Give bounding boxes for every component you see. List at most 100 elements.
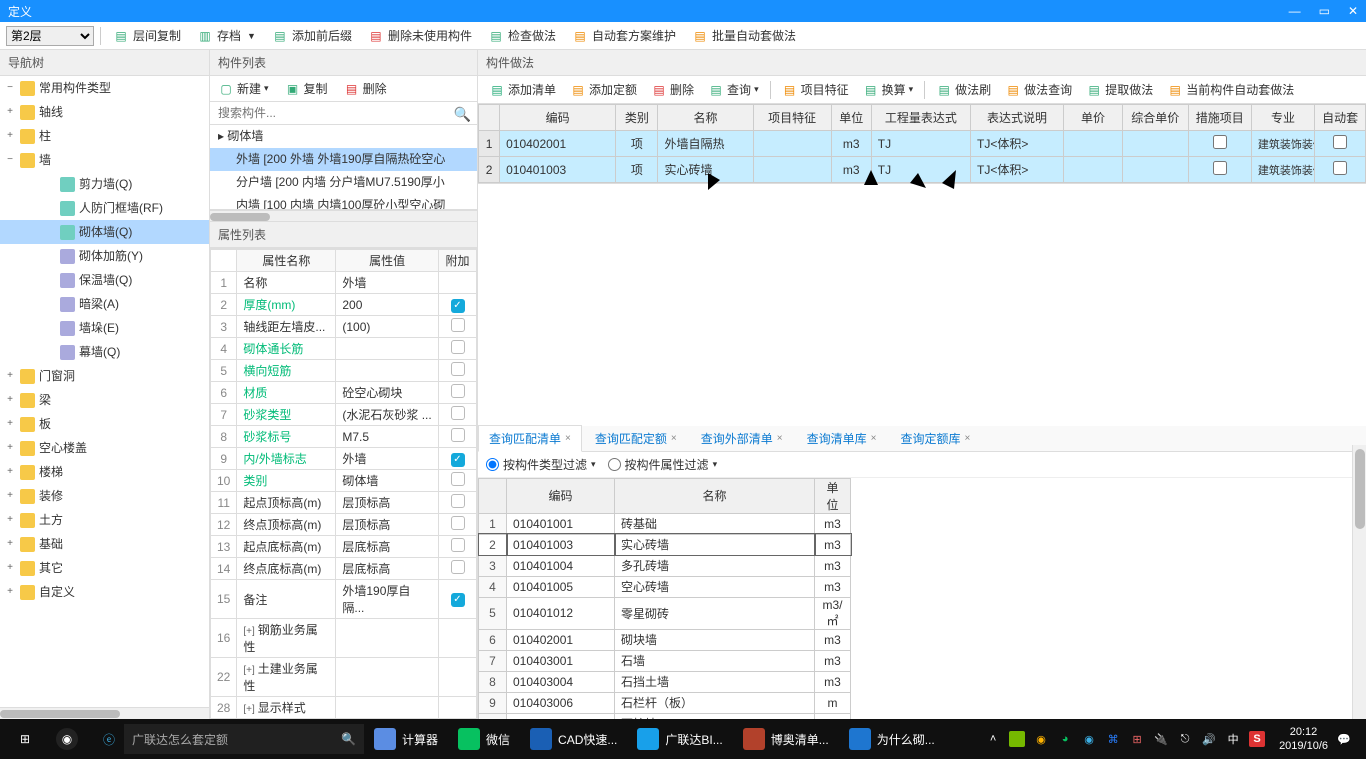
h-scrollbar[interactable] bbox=[210, 210, 477, 222]
tab-2[interactable]: 查询外部清单 × bbox=[690, 425, 794, 451]
check-method-button[interactable]: ▤检查做法 bbox=[482, 25, 562, 46]
query-row[interactable]: 5010401012零星砌砖m3/㎡ bbox=[479, 597, 851, 629]
floor-selector[interactable]: 第2层 bbox=[6, 26, 94, 46]
nav-item[interactable]: 墙垛(E) bbox=[0, 316, 209, 340]
tray-up-icon[interactable]: ˄ bbox=[985, 731, 1001, 747]
prop-row[interactable]: 28[+]显示样式 bbox=[211, 697, 477, 719]
nav-item[interactable]: 砌体加筋(Y) bbox=[0, 244, 209, 268]
nav-item[interactable]: +楼梯 bbox=[0, 460, 209, 484]
query-row[interactable]: 6010402001砌块墙m3 bbox=[479, 629, 851, 650]
component-list[interactable]: ▸ 砌体墙外墙 [200 外墙 外墙190厚自隔热砼空心分户墙 [200 内墙 … bbox=[210, 125, 477, 210]
batch-auto-button[interactable]: ▤批量自动套做法 bbox=[686, 25, 802, 46]
query-row[interactable]: 10010403007石护坡m3 bbox=[479, 713, 851, 719]
start-button[interactable]: ⊞ bbox=[4, 719, 46, 759]
taskbar-search[interactable]: 广联达怎么套定额🔍 bbox=[124, 724, 364, 754]
nav-item[interactable]: +轴线 bbox=[0, 100, 209, 124]
prop-row[interactable]: 11起点顶标高(m)层顶标高 bbox=[211, 492, 477, 514]
query-row[interactable]: 4010401005空心砖墙m3 bbox=[479, 576, 851, 597]
comp-item[interactable]: 外墙 [200 外墙 外墙190厚自隔热砼空心 bbox=[210, 148, 477, 171]
tray-blue-icon[interactable]: ◉ bbox=[1081, 731, 1097, 747]
notification-icon[interactable]: 💬 bbox=[1336, 731, 1352, 747]
nav-item[interactable]: 剪力墙(Q) bbox=[0, 172, 209, 196]
browser-icon[interactable]: ⓔ bbox=[88, 719, 124, 759]
tray-power-icon[interactable]: 🔌 bbox=[1153, 731, 1169, 747]
nav-item[interactable]: +门窗洞 bbox=[0, 364, 209, 388]
tray-ime-icon[interactable]: 中 bbox=[1225, 731, 1241, 747]
method-tb-6[interactable]: ▤做法刷 bbox=[931, 79, 996, 100]
prop-row[interactable]: 8砂浆标号M7.5 bbox=[211, 426, 477, 448]
nav-item[interactable]: 砌体墙(Q) bbox=[0, 220, 209, 244]
copy-button[interactable]: ▣复制 bbox=[281, 78, 332, 99]
query-tabs[interactable]: 查询匹配清单 ×查询匹配定额 ×查询外部清单 ×查询清单库 ×查询定额库 × bbox=[478, 426, 1366, 452]
query-row[interactable]: 3010401004多孔砖墙m3 bbox=[479, 555, 851, 576]
method-tb-3[interactable]: ▤查询 ▾ bbox=[703, 79, 764, 100]
del-unused-button[interactable]: ▤删除未使用构件 bbox=[362, 25, 478, 46]
prop-row[interactable]: 10类别砌体墙 bbox=[211, 470, 477, 492]
taskbar-app[interactable]: 计算器 bbox=[364, 719, 448, 759]
query-row[interactable]: 9010403006石栏杆（板）m bbox=[479, 692, 851, 713]
method-tb-8[interactable]: ▤提取做法 bbox=[1081, 79, 1158, 100]
obs-icon[interactable]: ◉ bbox=[46, 719, 88, 759]
nav-item[interactable]: +自定义 bbox=[0, 580, 209, 604]
nav-item[interactable]: +板 bbox=[0, 412, 209, 436]
nav-item[interactable]: +基础 bbox=[0, 532, 209, 556]
v-scrollbar[interactable] bbox=[1352, 445, 1366, 719]
taskbar-app[interactable]: 微信 bbox=[448, 719, 520, 759]
prop-row[interactable]: 12终点顶标高(m)层顶标高 bbox=[211, 514, 477, 536]
query-row[interactable]: 1010401001砖基础m3 bbox=[479, 513, 851, 534]
tray-app-icon[interactable]: ⊞ bbox=[1129, 731, 1145, 747]
prop-row[interactable]: 14终点底标高(m)层底标高 bbox=[211, 558, 477, 580]
comp-item[interactable]: 分户墙 [200 内墙 分户墙MU7.5190厚小 bbox=[210, 171, 477, 194]
filter-by-prop[interactable]: 按构件属性过滤▾ bbox=[608, 456, 718, 473]
method-tb-7[interactable]: ▤做法查询 bbox=[1000, 79, 1077, 100]
method-row[interactable]: 2010401003项实心砖墙m3TJTJ<体积>建筑装饰装修工程 bbox=[479, 157, 1366, 183]
taskbar-app[interactable]: 博奥清单... bbox=[733, 719, 839, 759]
tray-wifi-icon[interactable]: ⎋ bbox=[1177, 731, 1193, 747]
nav-item[interactable]: 幕墙(Q) bbox=[0, 340, 209, 364]
prop-row[interactable]: 6材质砼空心砌块 bbox=[211, 382, 477, 404]
tray-sogou-icon[interactable]: S bbox=[1249, 731, 1265, 747]
nav-item[interactable]: +梁 bbox=[0, 388, 209, 412]
comp-item[interactable]: 内墙 [100 内墙 内墙100厚砼小型空心砌 bbox=[210, 194, 477, 210]
close-icon[interactable]: ✕ bbox=[1348, 4, 1358, 18]
method-tb-1[interactable]: ▤添加定额 bbox=[565, 79, 642, 100]
query-row[interactable]: 7010403001石墙m3 bbox=[479, 650, 851, 671]
tray-wechat-icon[interactable]: ◕ bbox=[1057, 731, 1073, 747]
search-input[interactable] bbox=[210, 102, 477, 124]
prop-row[interactable]: 4砌体通长筋 bbox=[211, 338, 477, 360]
prop-row[interactable]: 5横向短筋 bbox=[211, 360, 477, 382]
taskbar-app[interactable]: 为什么砌... bbox=[839, 719, 945, 759]
prop-row[interactable]: 3轴线距左墙皮...(100) bbox=[211, 316, 477, 338]
maximize-icon[interactable]: ▭ bbox=[1319, 4, 1330, 18]
taskbar-app[interactable]: CAD快速... bbox=[520, 719, 627, 759]
query-row[interactable]: 2010401003实心砖墙m3 bbox=[479, 534, 851, 555]
prop-row[interactable]: 2厚度(mm)200✓ bbox=[211, 294, 477, 316]
tab-0[interactable]: 查询匹配清单 × bbox=[478, 425, 582, 452]
method-tb-5[interactable]: ▤换算 ▾ bbox=[858, 79, 919, 100]
minimize-icon[interactable]: — bbox=[1289, 4, 1301, 18]
tab-1[interactable]: 查询匹配定额 × bbox=[584, 425, 688, 451]
prop-row[interactable]: 9内/外墙标志外墙✓ bbox=[211, 448, 477, 470]
nav-item[interactable]: 保温墙(Q) bbox=[0, 268, 209, 292]
tray-shield-icon[interactable]: ◉ bbox=[1033, 731, 1049, 747]
method-row[interactable]: 1010402001项外墙自隔热m3TJTJ<体积>建筑装饰装修工程 bbox=[479, 131, 1366, 157]
prop-row[interactable]: 13起点底标高(m)层底标高 bbox=[211, 536, 477, 558]
method-tb-2[interactable]: ▤删除 bbox=[646, 79, 699, 100]
prop-row[interactable]: 7砂浆类型(水泥石灰砂浆 ... bbox=[211, 404, 477, 426]
nav-item[interactable]: +柱 bbox=[0, 124, 209, 148]
nav-item[interactable]: +其它 bbox=[0, 556, 209, 580]
method-tb-9[interactable]: ▤当前构件自动套做法 bbox=[1162, 79, 1299, 100]
tray-bt-icon[interactable]: ⌘ bbox=[1105, 731, 1121, 747]
filter-by-type[interactable]: 按构件类型过滤▾ bbox=[486, 456, 596, 473]
delete-button[interactable]: ▤删除 bbox=[340, 78, 391, 99]
method-tb-0[interactable]: ▤添加清单 bbox=[484, 79, 561, 100]
nav-item[interactable]: +空心楼盖 bbox=[0, 436, 209, 460]
auto-plan-button[interactable]: ▤自动套方案维护 bbox=[566, 25, 682, 46]
nav-item[interactable]: +装修 bbox=[0, 484, 209, 508]
prop-row[interactable]: 22[+]土建业务属性 bbox=[211, 658, 477, 697]
add-prefix-button[interactable]: ▤添加前后缀 bbox=[266, 25, 358, 46]
prop-row[interactable]: 1名称外墙 bbox=[211, 272, 477, 294]
nav-item[interactable]: 暗梁(A) bbox=[0, 292, 209, 316]
nav-item[interactable]: 人防门框墙(RF) bbox=[0, 196, 209, 220]
tab-4[interactable]: 查询定额库 × bbox=[889, 425, 981, 451]
